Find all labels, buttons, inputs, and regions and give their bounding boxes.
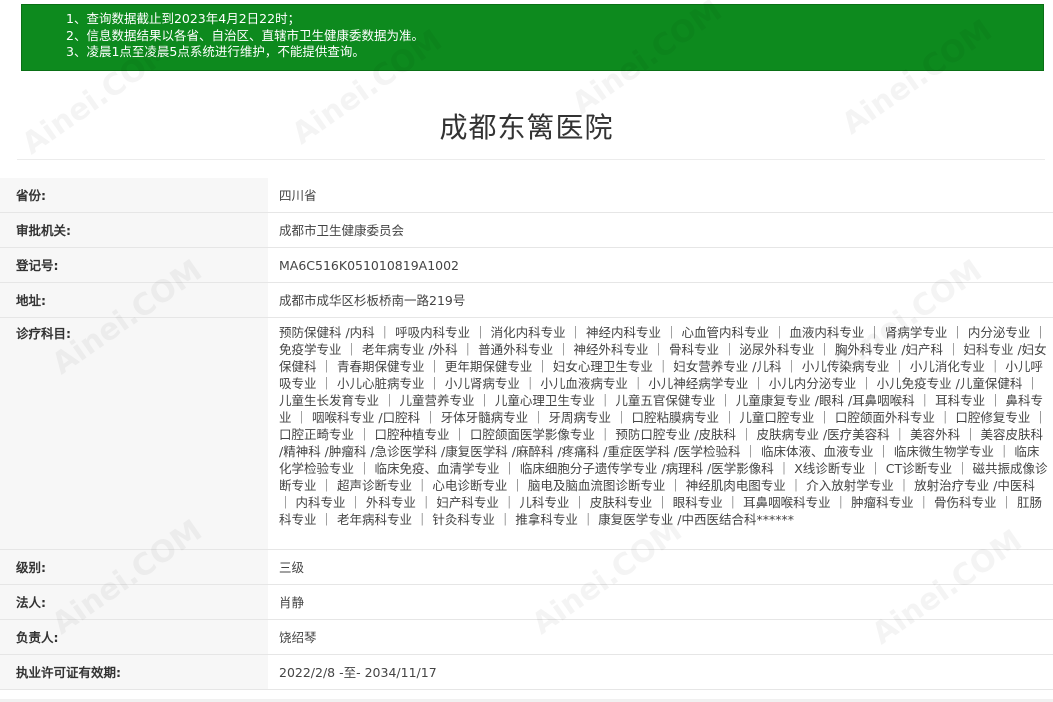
row-license-validity: 执业许可证有效期: 2022/2/8 -至- 2034/11/17 — [0, 654, 1053, 690]
notice-line-2: 2、信息数据结果以各省、自治区、直辖市卫生健康委数据为准。 — [66, 27, 424, 43]
license-validity-value: 2022/2/8 -至- 2034/11/17 — [268, 654, 1053, 690]
province-value: 四川省 — [268, 178, 1053, 213]
title-divider — [17, 159, 1045, 160]
license-validity-label: 执业许可证有效期: — [0, 654, 268, 690]
row-authority: 审批机关: 成都市卫生健康委员会 — [0, 212, 1053, 248]
row-person-in-charge: 负责人: 饶绍琴 — [0, 619, 1053, 655]
notice-banner: 1、查询数据截止到2023年4月2日22时； 2、信息数据结果以各省、自治区、直… — [21, 4, 1044, 71]
province-label: 省份: — [0, 178, 268, 213]
departments-value: 预防保健科 /内科 ｜ 呼吸内科专业 ｜ 消化内科专业 ｜ 神经内科专业 ｜ 心… — [268, 317, 1053, 550]
registration-label: 登记号: — [0, 247, 268, 283]
address-label: 地址: — [0, 282, 268, 318]
hospital-info-table: 省份: 四川省 审批机关: 成都市卫生健康委员会 登记号: MA6C516K05… — [0, 178, 1053, 690]
person-in-charge-label: 负责人: — [0, 619, 268, 655]
legal-person-label: 法人: — [0, 584, 268, 620]
row-registration: 登记号: MA6C516K051010819A1002 — [0, 247, 1053, 283]
row-province: 省份: 四川省 — [0, 178, 1053, 213]
authority-value: 成都市卫生健康委员会 — [268, 212, 1053, 248]
departments-list: 预防保健科 /内科 ｜ 呼吸内科专业 ｜ 消化内科专业 ｜ 神经内科专业 ｜ 心… — [279, 325, 1048, 527]
registration-value: MA6C516K051010819A1002 — [268, 247, 1053, 283]
departments-label: 诊疗科目: — [0, 317, 268, 550]
authority-label: 审批机关: — [0, 212, 268, 248]
notice-line-3: 3、凌晨1点至凌晨5点系统进行维护，不能提供查询。 — [66, 44, 365, 59]
person-in-charge-value: 饶绍琴 — [268, 619, 1053, 655]
address-value: 成都市成华区杉板桥南一路219号 — [268, 282, 1053, 318]
level-value: 三级 — [268, 549, 1053, 585]
row-legal-person: 法人: 肖静 — [0, 584, 1053, 620]
row-address: 地址: 成都市成华区杉板桥南一路219号 — [0, 282, 1053, 318]
legal-person-value: 肖静 — [268, 584, 1053, 620]
row-departments: 诊疗科目: 预防保健科 /内科 ｜ 呼吸内科专业 ｜ 消化内科专业 ｜ 神经内科… — [0, 317, 1053, 550]
level-label: 级别: — [0, 549, 268, 585]
notice-line-1: 1、查询数据截止到2023年4月2日22时； — [66, 11, 301, 26]
hospital-name: 成都东篱医院 — [439, 111, 614, 144]
row-level: 级别: 三级 — [0, 549, 1053, 585]
